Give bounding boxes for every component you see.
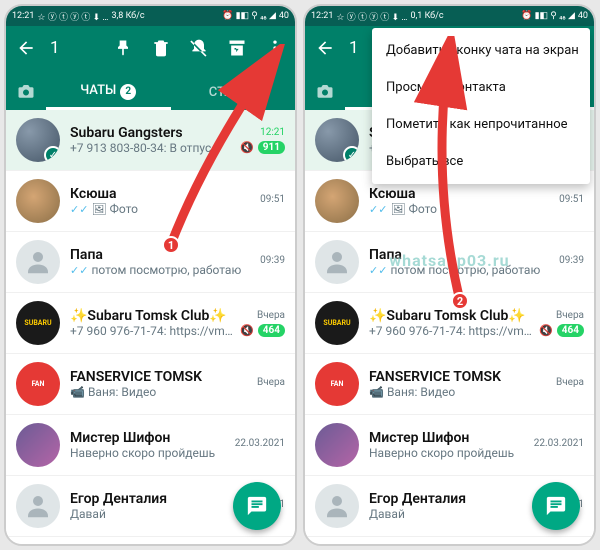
chat-time: Вчера	[257, 310, 285, 321]
chat-row[interactable]: ✓ Subaru Gangsters+7 913 803-80-34: В отп…	[6, 110, 295, 171]
muted-icon: 🔇	[240, 324, 254, 337]
chat-time: 22.03.2021	[235, 438, 285, 449]
menu-add-shortcut[interactable]: Добавить иконку чата на экран	[372, 32, 590, 69]
avatar[interactable]: ✓	[16, 118, 60, 162]
chat-title: Папа	[70, 247, 254, 263]
chat-row[interactable]: SUBARU ✨Subaru Tomsk Club✨+7 960 976-71-7…	[6, 293, 295, 354]
back-icon[interactable]	[16, 38, 36, 58]
avatar[interactable]	[315, 423, 359, 467]
video-icon: 📹	[369, 385, 384, 399]
chat-time: Вчера	[257, 377, 285, 388]
selected-count: 1	[50, 38, 113, 58]
chat-title: FANSERVICE TOMSK	[70, 369, 251, 385]
unread-badge: 464	[258, 324, 285, 337]
avatar[interactable]	[16, 179, 60, 223]
chat-time: 12:21	[260, 127, 285, 138]
new-chat-fab[interactable]	[532, 482, 580, 530]
pin-icon[interactable]	[113, 38, 133, 58]
chat-title: ✨Subaru Tomsk Club✨	[369, 308, 533, 324]
chat-title: ✨Subaru Tomsk Club✨	[70, 308, 234, 324]
avatar[interactable]: FAN	[315, 362, 359, 406]
chat-row[interactable]: Папа✓✓потом посмотрю, работаю 09:39	[6, 232, 295, 293]
chat-time: 22.03.2021	[534, 438, 584, 449]
menu-view-contact[interactable]: Просмотр контакта	[372, 69, 590, 106]
unread-badge: 911	[258, 141, 285, 154]
muted-icon: 🔇	[539, 324, 553, 337]
muted-icon: 🔇	[240, 141, 254, 154]
context-menu: Добавить иконку чата на экран Просмотр к…	[372, 28, 590, 184]
tab-status[interactable]: СТАТУС	[171, 85, 296, 110]
video-icon: 📹	[70, 385, 85, 399]
tabs: ЧАТЫ2 СТАТУС	[6, 70, 295, 110]
chat-time: 09:51	[260, 194, 285, 205]
chat-subtitle: Давай	[369, 507, 528, 521]
chat-row[interactable]: FAN FANSERVICE TOMSK📹Ваня: Видео Вчера	[305, 354, 594, 415]
chat-subtitle: Наверно скоро пройдешь	[369, 446, 528, 460]
chat-subtitle: ✓✓потом посмотрю, работаю	[70, 263, 254, 277]
chat-subtitle: 📹Ваня: Видео	[369, 385, 550, 399]
chat-row[interactable]: Мистер ШифонНаверно скоро пройдешь 22.03.…	[305, 415, 594, 476]
avatar[interactable]	[16, 423, 60, 467]
chat-title: Мистер Шифон	[70, 430, 229, 446]
phone-left: 12:21☆ ⓨ ⓣ ⓨ ⓣ ⬇ …3,8 Кб/с ⏰ ▮◧ ⚲ ₄₆ ◢ 4…	[4, 4, 297, 546]
chat-subtitle: ✓✓🖼Фото	[369, 202, 553, 216]
tab-chats[interactable]: ЧАТЫ2	[46, 83, 171, 110]
avatar[interactable]	[315, 179, 359, 223]
delete-icon[interactable]	[151, 38, 171, 58]
phone-right: 12:21☆ ⓨ ⓣ ⓨ ⓣ ⬇ …0,1 Кб/с ⏰ ▮◧ ⚲ ₄₆ ◢ 4…	[303, 4, 596, 546]
chat-title: Subaru Gangsters	[70, 125, 234, 141]
chat-title: Ксюша	[369, 186, 553, 202]
avatar[interactable]: FAN	[16, 362, 60, 406]
back-icon[interactable]	[315, 38, 335, 58]
camera-tab[interactable]	[305, 82, 345, 110]
camera-tab[interactable]	[6, 82, 46, 110]
avatar[interactable]	[315, 240, 359, 284]
avatar[interactable]: SUBARU	[315, 301, 359, 345]
chat-row[interactable]: Папа✓✓потом посмотрю, работаю 09:39	[305, 232, 594, 293]
chat-title: Егор Денталия	[369, 491, 528, 507]
more-icon[interactable]	[265, 38, 285, 58]
chat-subtitle: ✓✓потом посмотрю, работаю	[369, 263, 553, 277]
chat-title: Егор Денталия	[70, 491, 229, 507]
chat-list: ✓ Subaru Gangsters+7 913 803-80-34: В отп…	[6, 110, 295, 544]
chat-time: 09:39	[260, 255, 285, 266]
chat-row[interactable]: Ксюша✓✓🖼Фото 09:51	[6, 171, 295, 232]
chat-subtitle: +7 913 803-80-34: В отпус…	[70, 141, 234, 155]
statusbar: 12:21☆ ⓨ ⓣ ⓨ ⓣ ⬇ …3,8 Кб/с ⏰ ▮◧ ⚲ ₄₆ ◢ 4…	[6, 6, 295, 26]
step-badge-2: 2	[451, 292, 469, 310]
avatar[interactable]: SUBARU	[16, 301, 60, 345]
menu-mark-unread[interactable]: Пометить как непрочитанное	[372, 106, 590, 143]
unread-badge: 464	[557, 324, 584, 337]
chat-title: Ксюша	[70, 186, 254, 202]
chat-row[interactable]: FAN FANSERVICE TOMSK📹Ваня: Видео Вчера	[6, 354, 295, 415]
chat-time: Вчера	[556, 310, 584, 321]
menu-select-all[interactable]: Выбрать все	[372, 143, 590, 180]
chat-time: 09:51	[559, 194, 584, 205]
chat-subtitle: Наверно скоро пройдешь	[70, 446, 229, 460]
chat-title: Папа	[369, 247, 553, 263]
archive-icon[interactable]	[227, 38, 247, 58]
avatar[interactable]	[315, 484, 359, 528]
chat-title: Мистер Шифон	[369, 430, 528, 446]
chat-row[interactable]: Мистер ШифонНаверно скоро пройдешь 22.03.…	[6, 415, 295, 476]
image-icon: 🖼	[390, 202, 405, 216]
chat-subtitle: +7 960 976-71-74: https://vm…	[369, 324, 533, 338]
avatar[interactable]	[16, 240, 60, 284]
chat-subtitle: 📹Ваня: Видео	[70, 385, 251, 399]
mute-icon[interactable]	[189, 38, 209, 58]
new-chat-fab[interactable]	[233, 482, 281, 530]
chat-subtitle: ✓✓🖼Фото	[70, 202, 254, 216]
chat-time: Вчера	[556, 377, 584, 388]
chat-title: FANSERVICE TOMSK	[369, 369, 550, 385]
avatar[interactable]	[16, 484, 60, 528]
avatar[interactable]: ✓	[315, 118, 359, 162]
image-icon: 🖼	[91, 202, 106, 216]
selection-toolbar: 1	[6, 26, 295, 70]
chat-row[interactable]: SUBARU ✨Subaru Tomsk Club✨+7 960 976-71-7…	[305, 293, 594, 354]
step-badge-1: 1	[162, 236, 180, 254]
chat-time: 09:39	[559, 255, 584, 266]
statusbar: 12:21☆ ⓨ ⓣ ⓨ ⓣ ⬇ …0,1 Кб/с ⏰ ▮◧ ⚲ ₄₆ ◢ 4…	[305, 6, 594, 26]
chat-subtitle: +7 960 976-71-74: https://vm…	[70, 324, 234, 338]
chat-subtitle: Давай	[70, 507, 229, 521]
